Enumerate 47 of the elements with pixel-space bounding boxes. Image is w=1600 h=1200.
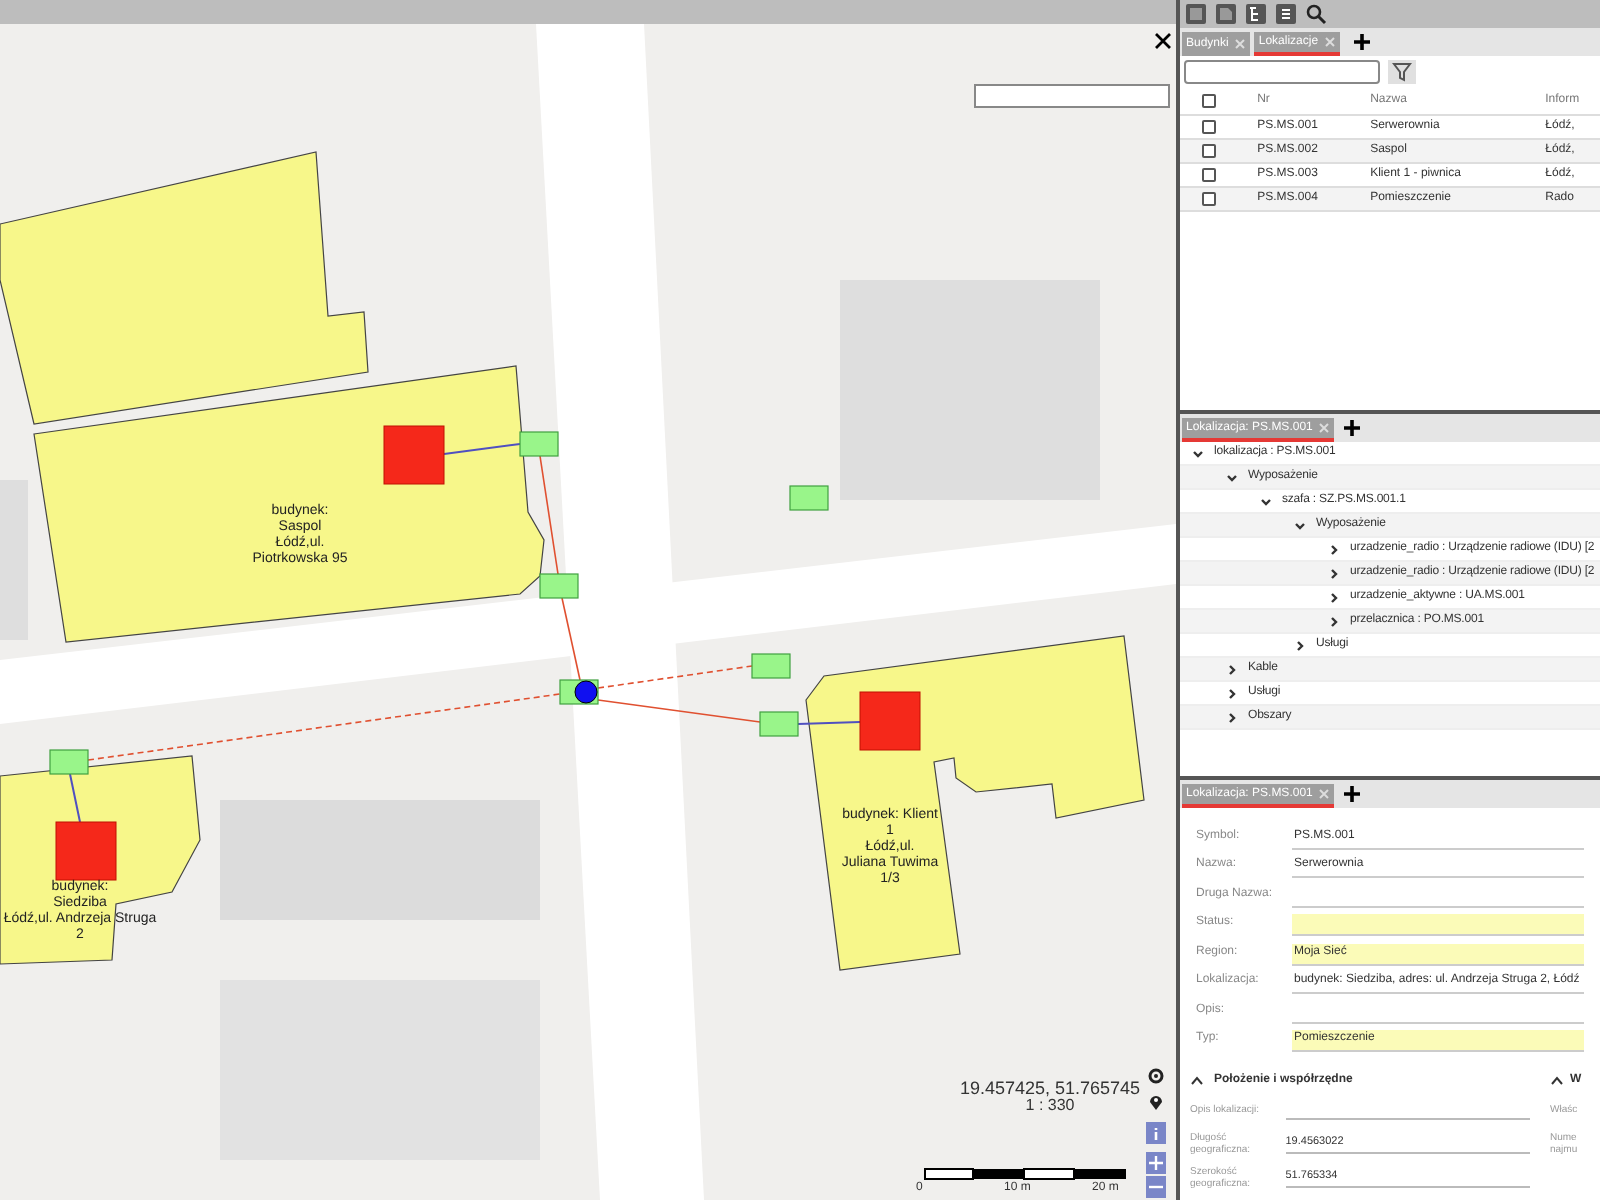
- chevron-right-icon[interactable]: [1328, 615, 1340, 627]
- checkbox[interactable]: [1202, 168, 1216, 182]
- chevron-down-icon[interactable]: [1260, 495, 1272, 507]
- checkbox[interactable]: [1202, 192, 1216, 206]
- document-icon[interactable]: [1214, 2, 1238, 26]
- chevron-down-icon[interactable]: [1192, 447, 1204, 459]
- zoom-out-icon[interactable]: [1146, 1176, 1166, 1198]
- chevron-up-icon[interactable]: [1190, 1075, 1204, 1085]
- chevron-right-icon[interactable]: [1226, 687, 1238, 699]
- building-outline[interactable]: [805, 635, 1145, 971]
- clipboard-icon[interactable]: [1274, 2, 1298, 26]
- search-field[interactable]: [974, 84, 1170, 108]
- add-tab-icon[interactable]: [1342, 418, 1363, 438]
- chevron-right-icon[interactable]: [1328, 543, 1340, 555]
- chevron-up-icon[interactable]: [1550, 1075, 1564, 1085]
- pin-icon[interactable]: [1146, 1092, 1166, 1114]
- cable-line[interactable]: [539, 455, 559, 575]
- zoom-in-icon[interactable]: [1146, 1152, 1166, 1174]
- cable-line[interactable]: [69, 773, 81, 823]
- checkbox[interactable]: [1202, 94, 1216, 108]
- search-field[interactable]: [1184, 60, 1380, 84]
- cable-line[interactable]: [443, 443, 521, 455]
- chevron-right-icon[interactable]: [1328, 567, 1340, 579]
- add-tab-icon[interactable]: [1342, 784, 1363, 804]
- input-field[interactable]: [1292, 914, 1584, 936]
- close-icon[interactable]: [1154, 32, 1172, 50]
- cable-line[interactable]: [797, 721, 861, 725]
- chevron-right-icon[interactable]: [1226, 663, 1238, 675]
- cable-line[interactable]: [597, 699, 761, 723]
- building-outline[interactable]: [33, 365, 545, 643]
- cable-line[interactable]: [561, 597, 581, 681]
- chevron-right-icon[interactable]: [1226, 711, 1238, 723]
- chevron-down-icon[interactable]: [1226, 471, 1238, 483]
- chevron-right-icon[interactable]: [1294, 639, 1306, 651]
- chevron-right-icon[interactable]: [1328, 591, 1340, 603]
- scale-text: 1 : 330: [1025, 1098, 1077, 1114]
- checkbox[interactable]: [1202, 144, 1216, 158]
- search-icon[interactable]: [1304, 2, 1328, 26]
- document-icon[interactable]: [1184, 2, 1208, 26]
- chevron-down-icon[interactable]: [1294, 519, 1306, 531]
- filter-icon[interactable]: [1388, 60, 1416, 84]
- add-tab-icon[interactable]: [1352, 32, 1373, 52]
- coordinates-text: 19.457425, 51.765745: [957, 1080, 1143, 1098]
- junction-dot[interactable]: [574, 680, 598, 704]
- info-icon[interactable]: [1146, 1122, 1166, 1144]
- target-icon[interactable]: [1146, 1066, 1166, 1088]
- checkbox[interactable]: [1202, 120, 1216, 134]
